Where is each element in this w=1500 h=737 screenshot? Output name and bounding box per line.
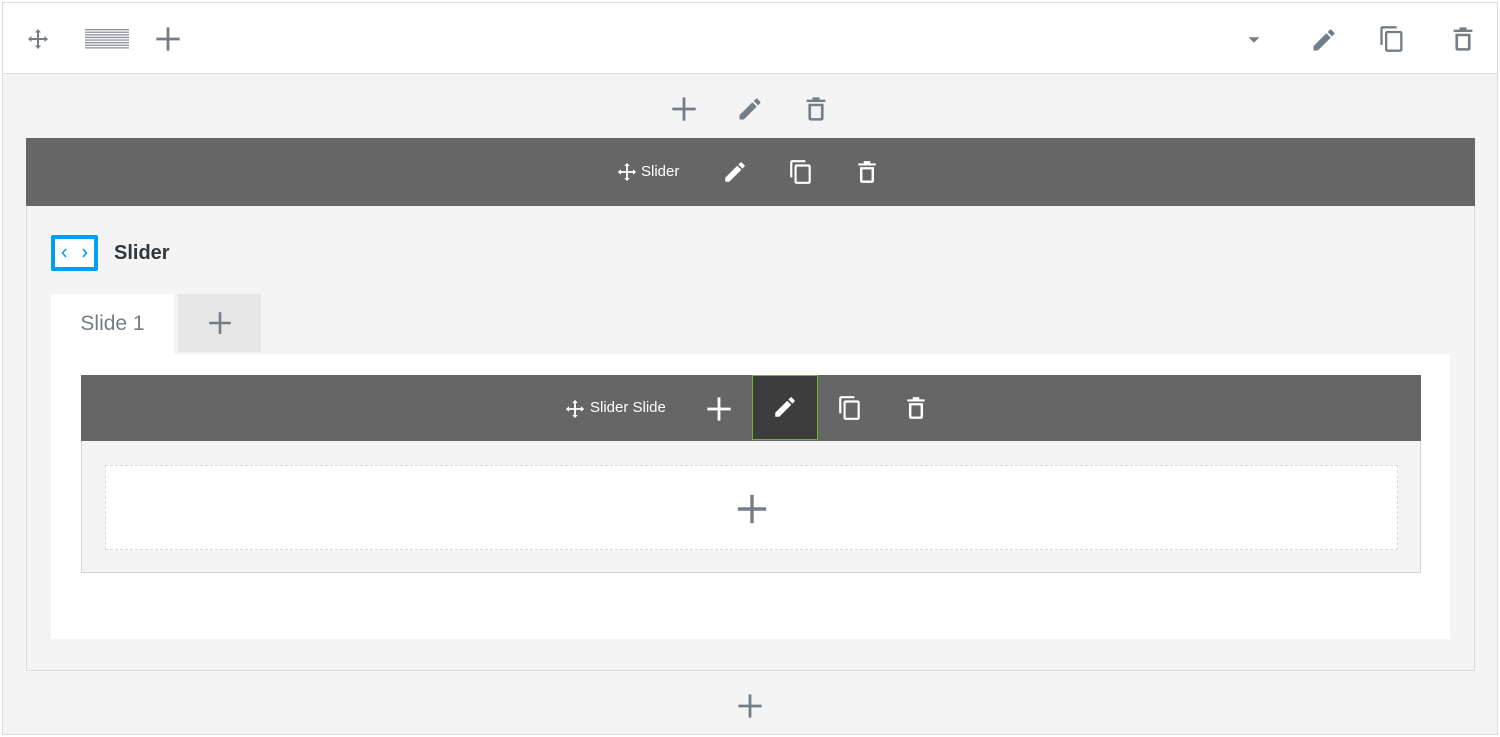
row-delete-trash-icon[interactable] (1449, 25, 1477, 53)
module-edit-pencil-icon[interactable] (722, 159, 748, 185)
slider-slide-toolbar: Slider Slide (81, 375, 1421, 441)
plus-icon (735, 492, 769, 526)
row-duplicate-copy-icon[interactable] (1378, 25, 1406, 53)
add-column-plus-icon[interactable] (670, 95, 698, 123)
slide-tab-panel: Slider Slide (51, 354, 1450, 639)
row-edit-pencil-icon[interactable] (1310, 26, 1338, 54)
column-delete-trash-icon[interactable] (802, 95, 830, 123)
slide-edit-button[interactable] (752, 375, 818, 440)
slide-duplicate-copy-icon[interactable] (837, 395, 863, 421)
slider-slide-label[interactable]: Slider Slide (590, 398, 666, 418)
plus-icon (207, 310, 233, 336)
pencil-icon (772, 394, 798, 420)
slider-module-label[interactable]: Slider (641, 162, 679, 182)
module-duplicate-copy-icon[interactable] (788, 159, 814, 185)
bottom-add-area (3, 678, 1497, 736)
slider-module: Slider Slider Slide 1 Slider Slide (26, 138, 1475, 671)
tab-slide-1[interactable]: Slide 1 (51, 294, 174, 354)
add-slide-tab[interactable] (178, 294, 261, 352)
column-edit-pencil-icon[interactable] (736, 95, 764, 123)
builder-row: Slider Slider Slide 1 Slider Slide (2, 2, 1498, 735)
slider-module-toolbar: Slider (26, 138, 1475, 206)
move-arrows-icon[interactable] (26, 27, 50, 51)
row-toolbar (3, 3, 1497, 74)
column-toolbar (3, 75, 1497, 139)
slide-delete-trash-icon[interactable] (903, 395, 929, 421)
add-row-plus-icon[interactable] (154, 25, 182, 53)
caret-down-icon[interactable] (1243, 29, 1265, 51)
add-module-plus-icon[interactable] (736, 692, 764, 720)
slide-add-plus-icon[interactable] (705, 395, 733, 423)
module-delete-trash-icon[interactable] (854, 159, 880, 185)
slider-slide-block: Slider Slide (81, 375, 1421, 573)
module-title: Slider (114, 242, 170, 264)
slider-arrows-icon (51, 235, 98, 271)
move-arrows-icon[interactable] (564, 398, 586, 420)
add-block-drop-zone[interactable] (105, 465, 1398, 550)
move-arrows-icon[interactable] (616, 161, 638, 183)
row-layout-icon[interactable] (85, 29, 129, 49)
